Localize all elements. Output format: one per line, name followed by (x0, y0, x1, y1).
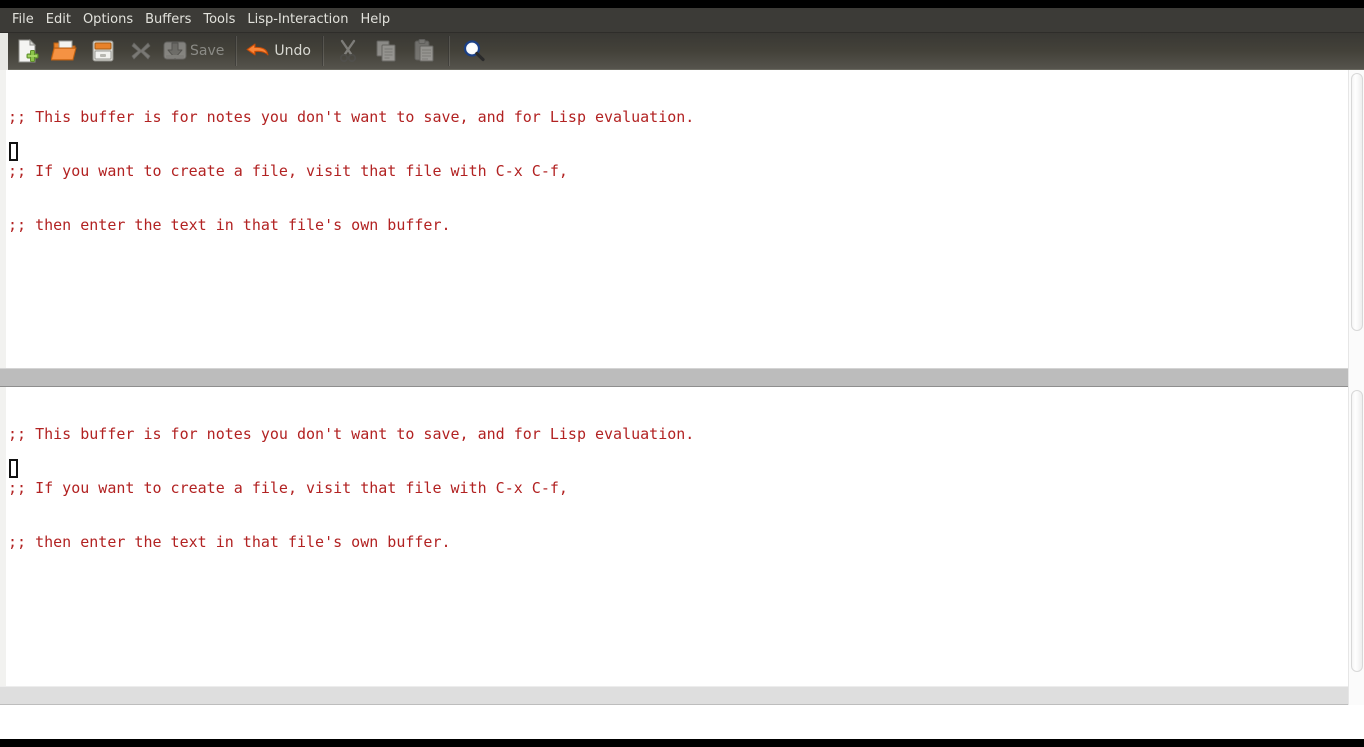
save-disk-icon (163, 41, 187, 60)
menu-item-help[interactable]: Help (355, 9, 397, 32)
toolbar-left-fringe (0, 32, 8, 70)
window-bottom-buffer-text[interactable]: ;; This buffer is for notes you don't wa… (8, 389, 1340, 641)
buffer-line-4 (8, 270, 1340, 288)
modeline-bottom-buffer-name: *scratch* (151, 704, 227, 705)
cut-scissors-icon (339, 39, 357, 63)
open-folder-icon (51, 40, 77, 61)
modeline-bottom[interactable]: 1:--- *scratch* All L5 (Lisp Interaction… (0, 686, 1348, 705)
undo-button-label: Undo (274, 43, 311, 59)
window-bottom-black-strip (0, 739, 1364, 747)
modeline-bottom-position: All L5 (269, 704, 320, 705)
close-buffer-button[interactable] (122, 34, 160, 69)
text-cursor-bottom (9, 459, 18, 478)
window-top-modeline-row: 1:--- *scratch* All L5 (Lisp Interaction… (0, 368, 1364, 387)
menu-item-edit[interactable]: Edit (40, 9, 77, 32)
new-file-button[interactable] (8, 34, 46, 69)
cut-button[interactable] (329, 34, 367, 69)
toolbar-separator-2 (321, 36, 324, 66)
menu-item-lisp-interaction[interactable]: Lisp-Interaction (241, 9, 354, 32)
window-top-scrollbar[interactable] (1348, 70, 1364, 368)
window-top-scrollbar-thumb[interactable] (1351, 73, 1363, 331)
copy-button[interactable] (367, 34, 405, 69)
emacs-frame: File Edit Options Buffers Tools Lisp-Int… (0, 0, 1364, 747)
window-top-left-fringe (0, 70, 6, 368)
window-bottom-scrollbar-thumb[interactable] (1351, 390, 1363, 672)
window-top-text-body[interactable]: ;; This buffer is for notes you don't wa… (0, 70, 1364, 368)
menu-item-options[interactable]: Options (77, 9, 139, 32)
close-x-icon (131, 42, 151, 60)
new-file-icon (18, 38, 39, 63)
menu-item-buffers[interactable]: Buffers (139, 9, 197, 32)
buffer-line-3: ;; then enter the text in that file's ow… (8, 216, 451, 234)
save-button[interactable]: Save (160, 34, 230, 69)
buffer-line-3: ;; then enter the text in that file's ow… (8, 533, 451, 551)
buffer-line-1: ;; This buffer is for notes you don't wa… (8, 425, 695, 443)
text-cursor-top (9, 142, 18, 161)
paste-button[interactable] (405, 34, 443, 69)
window-bottom-modeline-scrollbar-pad (1348, 686, 1364, 705)
menu-item-file[interactable]: File (6, 9, 40, 32)
buffer-line-1: ;; This buffer is for notes you don't wa… (8, 108, 695, 126)
modeline-bottom-major-mode: (Lisp Interaction) (354, 704, 506, 705)
undo-arrow-icon (246, 43, 269, 56)
paste-clipboard-icon (414, 39, 434, 62)
search-magnifier-icon (463, 40, 485, 62)
echo-area[interactable] (0, 711, 1364, 739)
modeline-bottom-prefix: 1:--- (92, 704, 134, 705)
window-bottom-scrollbar[interactable] (1348, 387, 1364, 686)
window-bottom: ;; This buffer is for notes you don't wa… (0, 387, 1364, 705)
window-top-modeline-scrollbar-pad (1348, 368, 1364, 387)
copy-pages-icon (376, 40, 396, 62)
toolbar-separator-3 (447, 36, 450, 66)
buffer-line-2: ;; If you want to create a file, visit t… (8, 162, 568, 180)
window-bottom-left-fringe (0, 387, 6, 686)
save-as-button[interactable] (84, 34, 122, 69)
menu-bar: File Edit Options Buffers Tools Lisp-Int… (0, 8, 1364, 33)
search-button[interactable] (455, 34, 493, 69)
window-top-buffer-text[interactable]: ;; This buffer is for notes you don't wa… (8, 72, 1340, 324)
menu-item-tools[interactable]: Tools (197, 9, 241, 32)
buffer-line-2: ;; If you want to create a file, visit t… (8, 479, 568, 497)
buffer-line-4 (8, 587, 1340, 605)
modeline-top[interactable]: 1:--- *scratch* All L5 (Lisp Interaction… (0, 368, 1348, 387)
save-button-label: Save (190, 43, 225, 59)
emacs-window-area: ;; This buffer is for notes you don't wa… (0, 70, 1364, 739)
window-bottom-modeline-row: 1:--- *scratch* All L5 (Lisp Interaction… (0, 686, 1364, 705)
undo-button[interactable]: Undo (242, 34, 317, 69)
toolbar-separator-1 (235, 36, 238, 66)
open-file-button[interactable] (46, 34, 84, 69)
save-as-drawer-icon (92, 40, 114, 62)
tool-bar: Save Undo (0, 32, 1364, 70)
window-bottom-text-body[interactable]: ;; This buffer is for notes you don't wa… (0, 387, 1364, 686)
window-top-black-strip (0, 0, 1364, 8)
window-top: ;; This buffer is for notes you don't wa… (0, 70, 1364, 387)
